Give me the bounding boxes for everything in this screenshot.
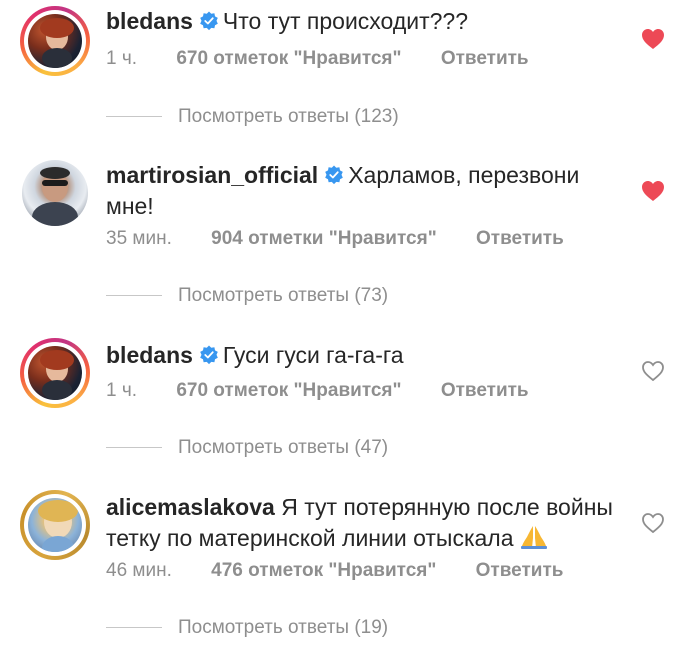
likes-count[interactable]: 476 отметок "Нравится": [211, 560, 436, 582]
avatar[interactable]: [20, 338, 90, 408]
comment-body: Что тут происходит???: [222, 8, 469, 34]
liked-heart-icon[interactable]: [641, 28, 665, 50]
avatar[interactable]: [20, 158, 90, 228]
replies-divider-line: [106, 627, 162, 629]
view-replies-label: Посмотреть ответы (73): [178, 285, 389, 306]
liked-heart-icon[interactable]: [641, 180, 665, 202]
view-replies-label: Посмотреть ответы (47): [178, 437, 389, 458]
reply-button[interactable]: Ответить: [441, 380, 529, 402]
comment-time: 1 ч.: [106, 48, 138, 69]
likes-count[interactable]: 670 отметок "Нравится": [176, 48, 401, 70]
comment-body: Гуси гуси га-га-га: [222, 342, 404, 368]
comment-text-block: martirosian_official Харламов, перезвони …: [106, 160, 626, 222]
comment-text-block: bledans Гуси гуси га-га-га: [106, 340, 626, 371]
view-replies-label: Посмотреть ответы (123): [178, 106, 399, 127]
username[interactable]: martirosian_official: [106, 162, 318, 188]
avatar[interactable]: [20, 6, 90, 76]
avatar[interactable]: [20, 490, 90, 560]
view-replies-button[interactable]: Посмотреть ответы (19): [106, 617, 388, 639]
reply-button[interactable]: Ответить: [476, 228, 564, 250]
comment-meta: 1 ч. 670 отметок "Нравится" Ответить: [106, 48, 529, 70]
comment-time: 35 мин.: [106, 228, 172, 249]
view-replies-button[interactable]: Посмотреть ответы (47): [106, 437, 388, 459]
reply-button[interactable]: Ответить: [441, 48, 529, 70]
comment-text-block: bledans Что тут происходит???: [106, 6, 626, 37]
verified-badge-icon: [200, 345, 218, 365]
comment-time: 1 ч.: [106, 380, 138, 401]
comment-meta: 35 мин. 904 отметки "Нравится" Ответить: [106, 228, 564, 250]
replies-divider-line: [106, 447, 162, 449]
verified-badge-icon: [200, 11, 218, 31]
likes-count[interactable]: 904 отметки "Нравится": [211, 228, 437, 250]
comment-text-block: alicemaslakova Я тут потерянную после во…: [106, 492, 626, 554]
likes-count[interactable]: 670 отметок "Нравится": [176, 380, 401, 402]
comment-meta: 46 мин. 476 отметок "Нравится" Ответить: [106, 560, 563, 582]
heart-outline-icon[interactable]: [641, 360, 665, 382]
reply-button[interactable]: Ответить: [476, 560, 564, 582]
view-replies-button[interactable]: Посмотреть ответы (123): [106, 106, 399, 128]
replies-divider-line: [106, 116, 162, 118]
comment-meta: 1 ч. 670 отметок "Нравится" Ответить: [106, 380, 529, 402]
username[interactable]: alicemaslakova: [106, 494, 275, 520]
verified-badge-icon: [325, 165, 343, 185]
comment-time: 46 мин.: [106, 560, 172, 581]
heart-outline-icon[interactable]: [641, 512, 665, 534]
view-replies-label: Посмотреть ответы (19): [178, 617, 389, 638]
folded-hands-emoji-icon: [520, 526, 547, 549]
username[interactable]: bledans: [106, 8, 193, 34]
username[interactable]: bledans: [106, 342, 193, 368]
replies-divider-line: [106, 295, 162, 297]
view-replies-button[interactable]: Посмотреть ответы (73): [106, 285, 388, 307]
